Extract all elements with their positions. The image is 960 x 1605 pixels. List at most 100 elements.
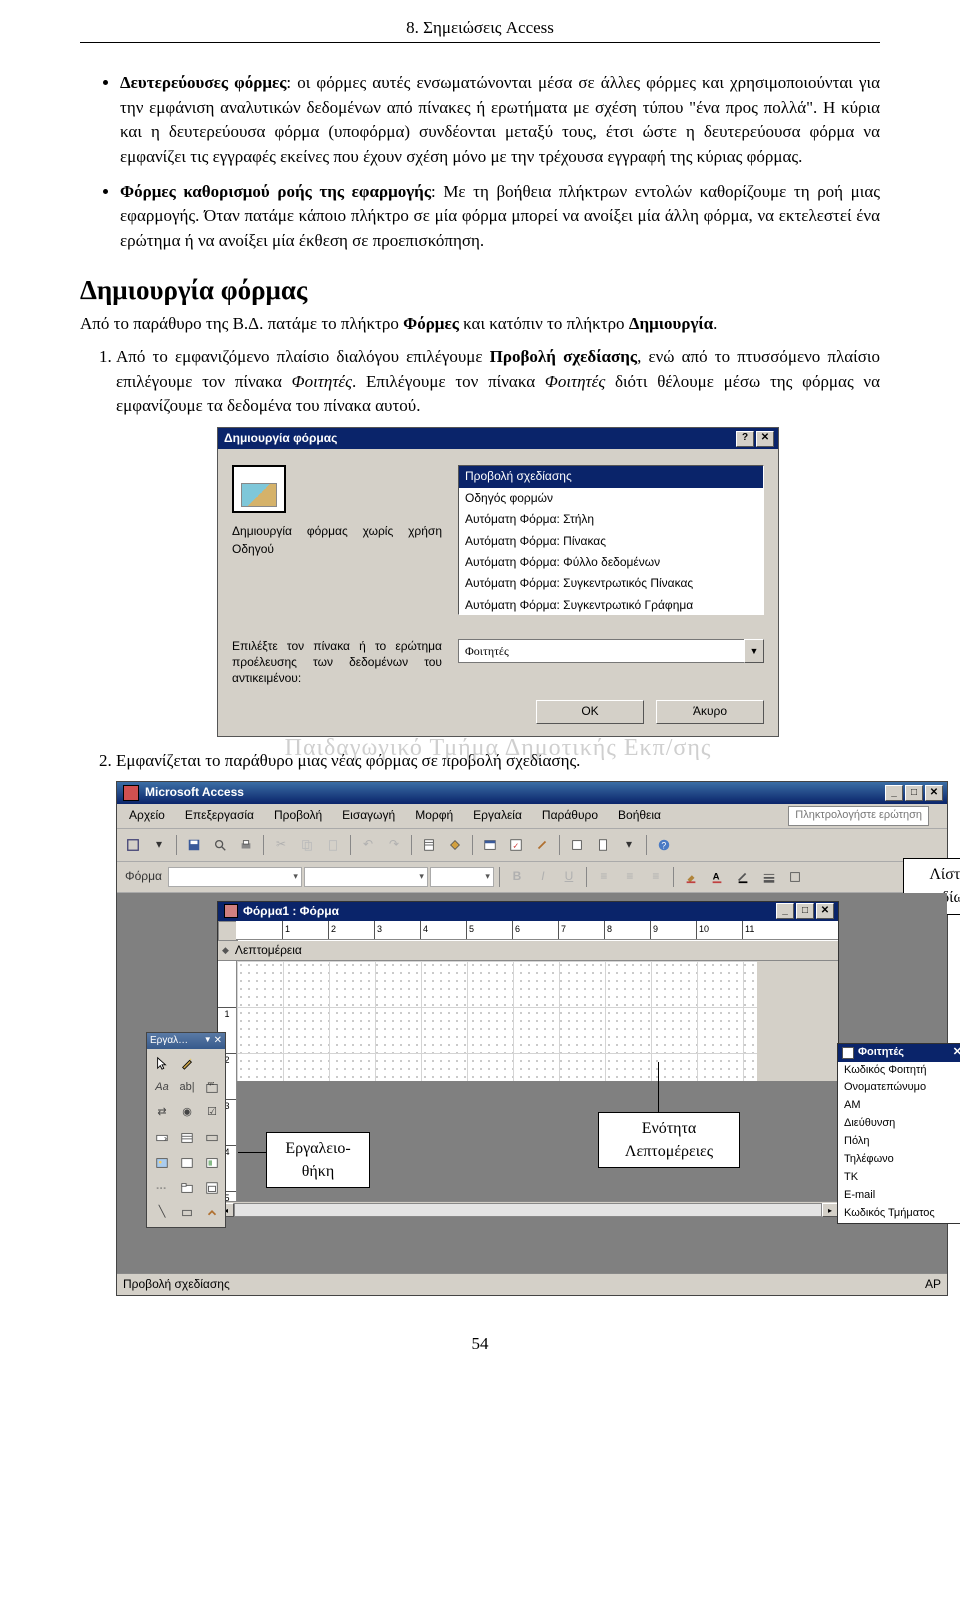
new-button[interactable] <box>591 833 615 857</box>
cancel-button[interactable]: Άκυρο <box>656 700 764 723</box>
field-item[interactable]: Τηλέφωνο <box>838 1151 960 1169</box>
menu-view[interactable]: Προβολή <box>266 806 330 825</box>
ask-question-box[interactable]: Πληκτρολογήστε ερώτηση <box>788 806 929 826</box>
menu-edit[interactable]: Επεξεργασία <box>177 806 262 825</box>
source-combo[interactable]: ▼ <box>458 639 764 663</box>
detail-section-bar[interactable]: ◆ Λεπτομέρεια <box>218 940 838 961</box>
toolbox-close-icon[interactable]: ✕ <box>214 1034 222 1049</box>
redo-button[interactable]: ↷ <box>382 833 406 857</box>
list-option[interactable]: Αυτόματη Φόρμα: Φύλλο δεδομένων <box>459 552 763 573</box>
cut-button[interactable]: ✂ <box>269 833 293 857</box>
tool-rectangle[interactable] <box>174 1201 200 1225</box>
design-grid[interactable] <box>237 961 757 1081</box>
fill-color-button[interactable] <box>679 865 703 889</box>
form-close-button[interactable]: ✕ <box>816 903 834 919</box>
menu-insert[interactable]: Εισαγωγή <box>334 806 403 825</box>
tool-pointer[interactable] <box>149 1051 175 1075</box>
line-color-button[interactable] <box>731 865 755 889</box>
field-item[interactable]: AM <box>838 1097 960 1115</box>
dropdown-icon[interactable]: ▾ <box>617 833 641 857</box>
tool-unbound-object[interactable] <box>174 1151 200 1175</box>
view-dropdown-icon[interactable]: ▾ <box>147 833 171 857</box>
list-option[interactable]: Αυτόματη Φόρμα: Συγκεντρωτικό Γράφημα <box>459 595 763 616</box>
menu-window[interactable]: Παράθυρο <box>534 806 606 825</box>
maximize-button[interactable]: □ <box>905 785 923 801</box>
tool-listbox[interactable] <box>174 1126 200 1150</box>
tool-bound-object[interactable] <box>199 1151 225 1175</box>
tool-subform[interactable] <box>199 1176 225 1200</box>
menu-help[interactable]: Βοήθεια <box>610 806 669 825</box>
search-button[interactable] <box>208 833 232 857</box>
tool-image[interactable] <box>149 1151 175 1175</box>
menu-tools[interactable]: Εργαλεία <box>465 806 530 825</box>
line-width-button[interactable] <box>757 865 781 889</box>
list-option[interactable]: Αυτόματη Φόρμα: Συγκεντρωτικός Πίνακας <box>459 573 763 594</box>
form-minimize-button[interactable]: _ <box>776 903 794 919</box>
object-combo[interactable] <box>168 867 302 887</box>
ok-button[interactable]: OK <box>536 700 644 723</box>
bold-button[interactable]: B <box>505 865 529 889</box>
list-option[interactable]: Αυτόματη Φόρμα: Στήλη <box>459 509 763 530</box>
tool-button[interactable] <box>199 1126 225 1150</box>
ruler-corner[interactable] <box>218 921 238 941</box>
print-button[interactable] <box>234 833 258 857</box>
code-button[interactable]: ✓ <box>504 833 528 857</box>
font-color-button[interactable]: A <box>705 865 729 889</box>
special-effect-button[interactable] <box>783 865 807 889</box>
source-input[interactable] <box>458 639 744 663</box>
field-list-close-icon[interactable]: ✕ <box>953 1045 960 1061</box>
tool-more[interactable] <box>199 1201 225 1225</box>
minimize-button[interactable]: _ <box>885 785 903 801</box>
field-item[interactable]: Κωδικός Φοιτητή <box>838 1062 960 1080</box>
italic-button[interactable]: I <box>531 865 555 889</box>
font-combo[interactable] <box>304 867 428 887</box>
form-type-listbox[interactable]: Προβολή σχεδίασης Οδηγός φορμών Αυτόματη… <box>458 465 764 615</box>
field-list-button[interactable] <box>417 833 441 857</box>
tool-wizard[interactable] <box>174 1051 200 1075</box>
scroll-right-icon[interactable]: ▸ <box>822 1203 838 1217</box>
properties-button[interactable] <box>478 833 502 857</box>
view-button[interactable] <box>121 833 145 857</box>
thumbnail-design[interactable] <box>232 465 286 513</box>
align-left-button[interactable]: ≡ <box>592 865 616 889</box>
paste-button[interactable] <box>321 833 345 857</box>
menu-format[interactable]: Μορφή <box>407 806 461 825</box>
form-scrollbar[interactable]: ◂ ▸ <box>218 1201 838 1216</box>
field-list-window[interactable]: Φοιτητές ✕ Κωδικός Φοιτητή Ονοματεπώνυμο… <box>837 1043 960 1224</box>
field-item[interactable]: Κωδικός Τμήματος <box>838 1205 960 1223</box>
save-button[interactable] <box>182 833 206 857</box>
tool-tab[interactable] <box>174 1176 200 1200</box>
toolbox-dropdown-icon[interactable]: ▼ <box>204 1034 212 1049</box>
copy-button[interactable] <box>295 833 319 857</box>
tool-combobox[interactable] <box>149 1126 175 1150</box>
align-right-button[interactable]: ≡ <box>644 865 668 889</box>
list-option[interactable]: Αυτόματη Φόρμα: Πίνακας <box>459 531 763 552</box>
field-item[interactable]: Ονοματεπώνυμο <box>838 1079 960 1097</box>
tool-optionbutton[interactable]: ◉ <box>174 1101 200 1125</box>
tool-label[interactable]: Aa <box>149 1076 175 1100</box>
field-item[interactable]: Διεύθυνση <box>838 1115 960 1133</box>
tool-optiongroup[interactable]: xyz <box>199 1076 225 1100</box>
close-button[interactable]: ✕ <box>925 785 943 801</box>
help-button[interactable]: ? <box>652 833 676 857</box>
tool-checkbox[interactable]: ☑ <box>199 1101 225 1125</box>
toolbox-button[interactable] <box>443 833 467 857</box>
db-window-button[interactable] <box>565 833 589 857</box>
underline-button[interactable]: U <box>557 865 581 889</box>
undo-button[interactable]: ↶ <box>356 833 380 857</box>
field-item[interactable]: TK <box>838 1169 960 1187</box>
field-item[interactable]: Πόλη <box>838 1133 960 1151</box>
tool-pagebreak[interactable] <box>149 1176 175 1200</box>
field-item[interactable]: E-mail <box>838 1187 960 1205</box>
close-button[interactable]: ✕ <box>756 431 774 447</box>
toolbox-palette[interactable]: Εργαλ… ▼ ✕ Aa ab| <box>146 1032 226 1229</box>
tool-textbox[interactable]: ab| <box>174 1076 200 1100</box>
menu-file[interactable]: Αρχείο <box>121 806 173 825</box>
list-option[interactable]: Οδηγός φορμών <box>459 488 763 509</box>
combo-arrow-icon[interactable]: ▼ <box>744 639 764 663</box>
form-maximize-button[interactable]: □ <box>796 903 814 919</box>
help-button[interactable]: ? <box>736 431 754 447</box>
tool-togglebutton[interactable]: ⇄ <box>149 1101 175 1125</box>
build-button[interactable] <box>530 833 554 857</box>
horizontal-ruler[interactable]: 1 2 3 4 5 6 7 8 9 10 11 <box>236 921 838 940</box>
